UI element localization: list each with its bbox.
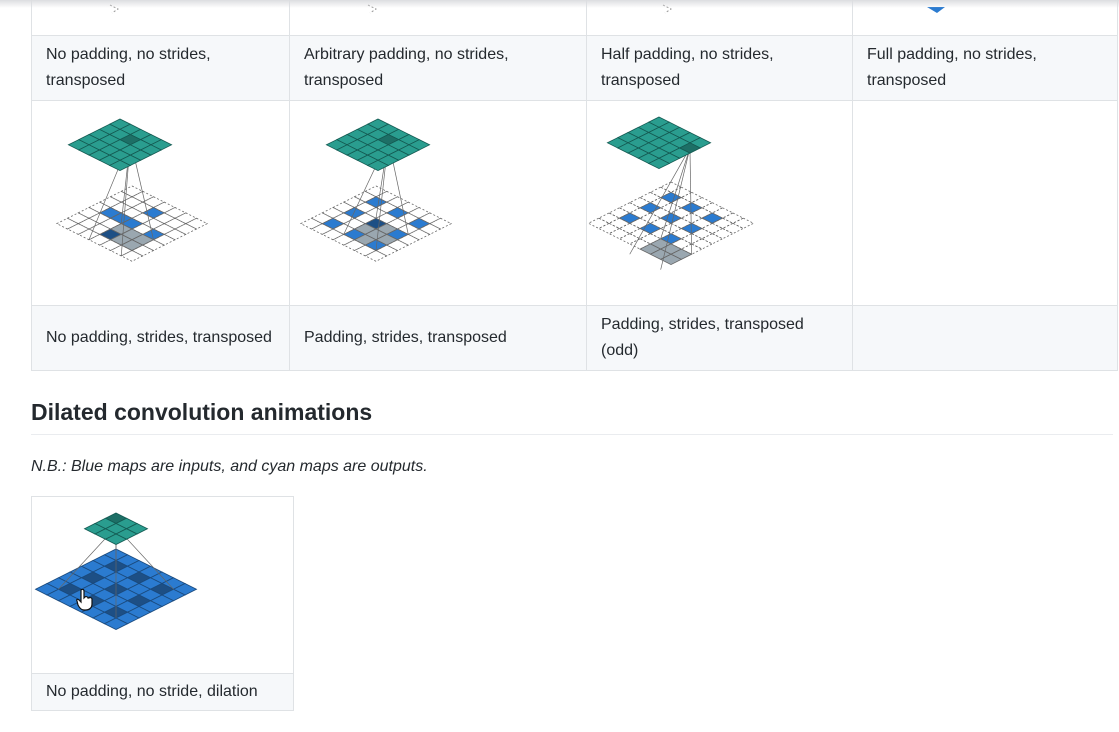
header-shadow [0, 0, 1119, 8]
caption-cell: Full padding, no strides, transposed [852, 35, 1118, 101]
animation-padding-strides-transposed [299, 118, 453, 262]
animation-dilation [34, 512, 198, 630]
caption-cell: Half padding, no strides, transposed [586, 35, 853, 101]
page: No padding, no strides, transposed Arbit… [0, 0, 1119, 732]
caption-cell: Padding, strides, transposed [289, 305, 587, 371]
table-row-images [31, 100, 1118, 306]
animation-padding-strides-transposed-odd [587, 116, 755, 270]
table-cell-empty [852, 100, 1118, 306]
caption-cell: No padding, no stride, dilation [31, 673, 294, 711]
table-cell-image [31, 496, 294, 674]
table-row-caption: No padding, no stride, dilation [31, 673, 294, 711]
table-cell-image [586, 100, 853, 306]
caption-cell [852, 305, 1118, 371]
caption-cell: Padding, strides, transposed (odd) [586, 305, 853, 371]
dilated-convolution-table: No padding, no stride, dilation [31, 496, 294, 711]
caption-cell: Arbitrary padding, no strides, transpose… [289, 35, 587, 101]
section-note: N.B.: Blue maps are inputs, and cyan map… [31, 458, 428, 475]
animation-no-padding-strides-transposed [55, 118, 209, 262]
table-cell-image [31, 100, 290, 306]
section-heading: Dilated convolution animations [31, 396, 1113, 435]
caption-cell: No padding, strides, transposed [31, 305, 290, 371]
caption-cell: No padding, no strides, transposed [31, 35, 290, 101]
transposed-convolution-table: No padding, no strides, transposed Arbit… [31, 0, 1118, 371]
table-row-image [31, 496, 294, 674]
table-cell-image [289, 100, 587, 306]
hand-pointer-icon [76, 589, 93, 611]
table-row-captions: No padding, no strides, transposed Arbit… [31, 35, 1118, 101]
table-row-captions: No padding, strides, transposed Padding,… [31, 305, 1118, 371]
